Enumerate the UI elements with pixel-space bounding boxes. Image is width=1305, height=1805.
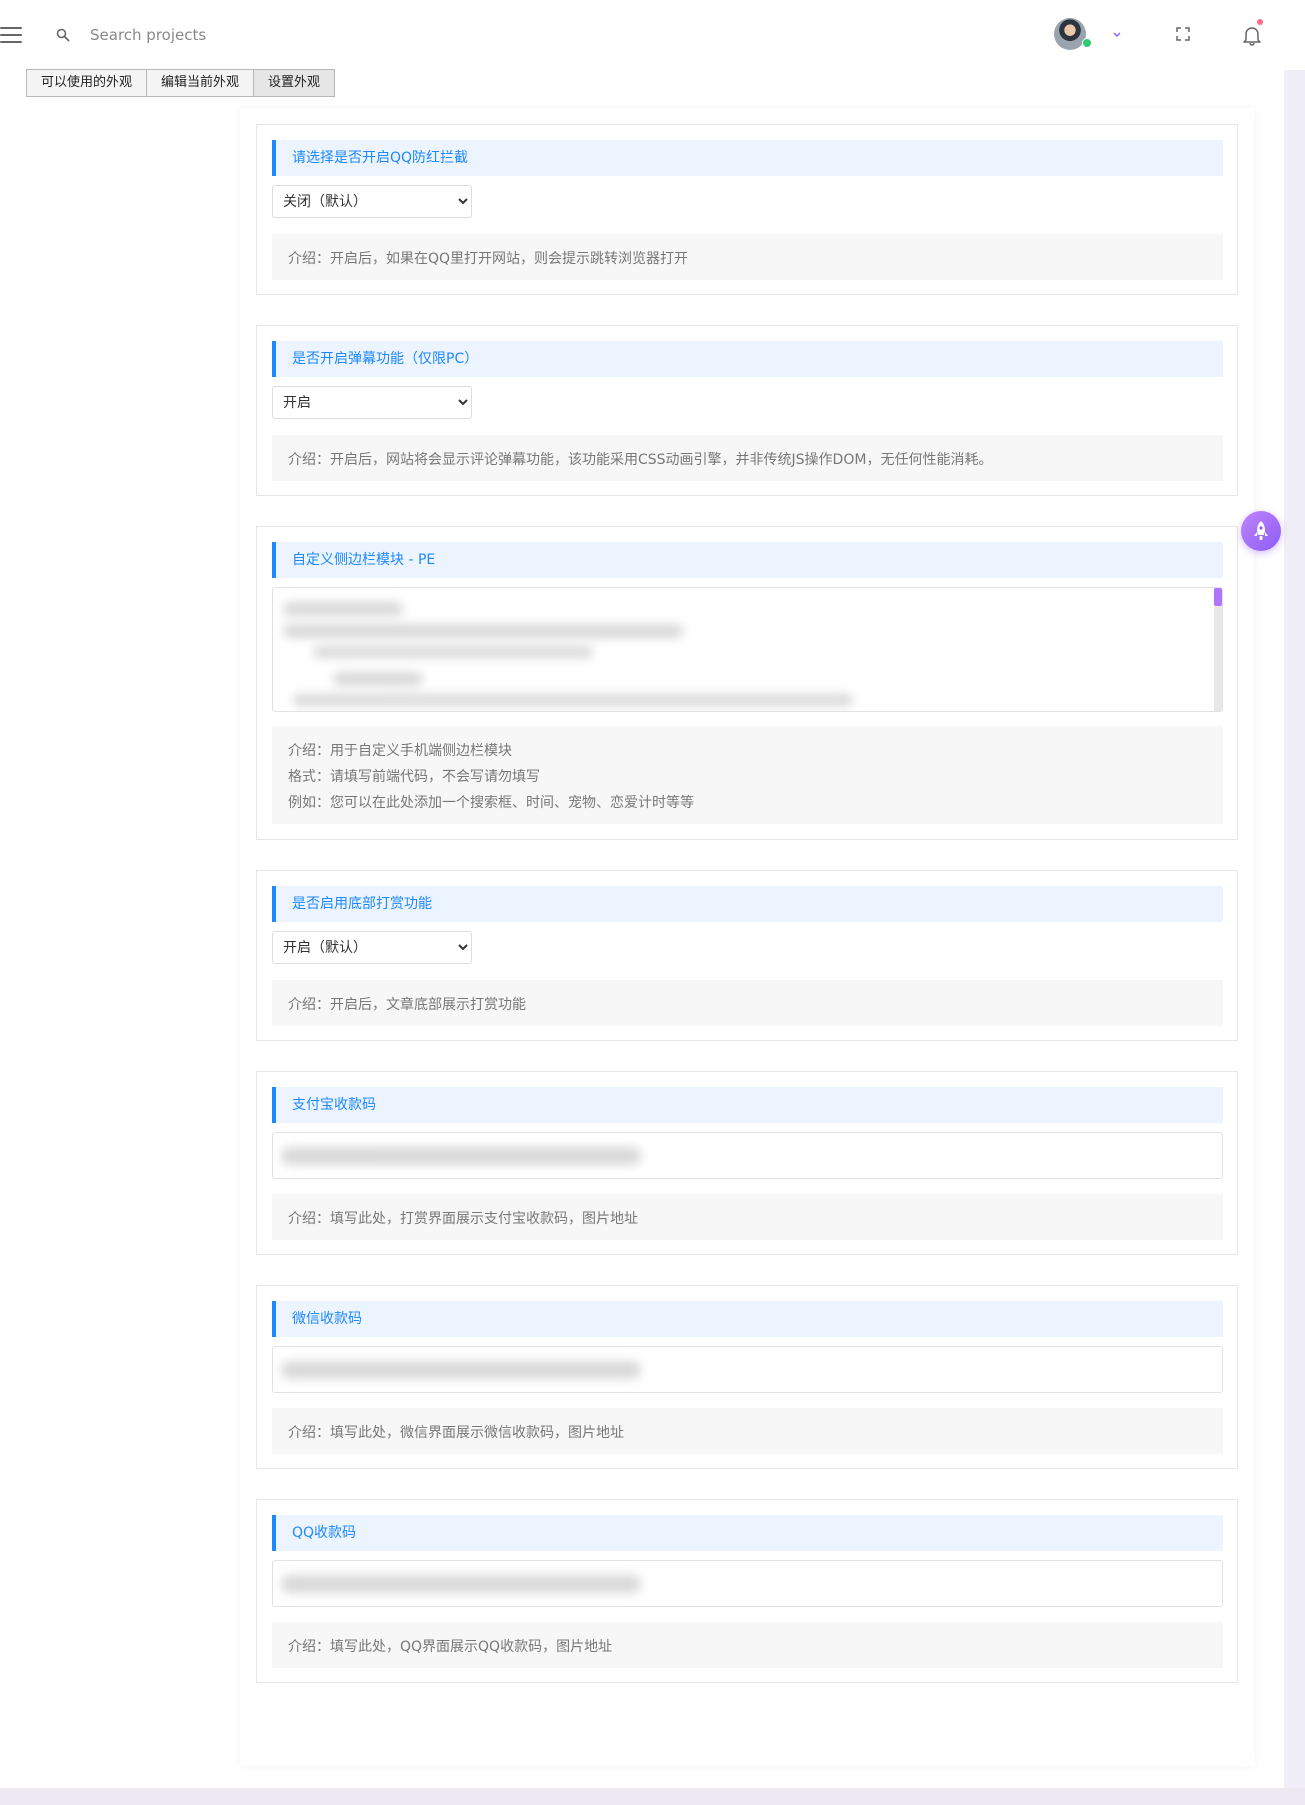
page-scrollbar[interactable] <box>1284 70 1305 1788</box>
setting-description: 介绍：开启后，文章底部展示打赏功能 <box>272 980 1223 1026</box>
setting-title: 是否启用底部打赏功能 <box>272 886 1223 922</box>
back-to-top-button[interactable] <box>1241 511 1281 551</box>
setting-title: 请选择是否开启QQ防红拦截 <box>272 140 1223 176</box>
setting-title: 微信收款码 <box>272 1301 1223 1337</box>
setting-card-wechat-qr: 微信收款码 介绍：填写此处，微信界面展示微信收款码，图片地址 <box>256 1285 1238 1469</box>
alipay-qr-input[interactable] <box>272 1132 1223 1179</box>
tab-edit-current-theme[interactable]: 编辑当前外观 <box>146 69 255 97</box>
tab-available-themes[interactable]: 可以使用的外观 <box>26 69 148 97</box>
search-icon <box>56 28 70 42</box>
setting-description: 介绍：用于自定义手机端侧边栏模块 格式：请填写前端代码，不会写请勿填写 例如：您… <box>272 726 1223 824</box>
setting-card-custom-sidebar: 自定义侧边栏模块 - PE 介绍：用于自定义手机端侧边栏模块 格式：请填写前端代… <box>256 526 1238 840</box>
rocket-icon <box>1254 521 1268 540</box>
qq-anti-block-select[interactable]: 关闭（默认） <box>272 185 472 218</box>
search-input[interactable] <box>90 20 490 50</box>
setting-description: 介绍：开启后，网站将会显示评论弹幕功能，该功能采用CSS动画引擎，并非传统JS操… <box>272 435 1223 481</box>
footer-strip <box>0 1788 1305 1805</box>
setting-description: 介绍：填写此处，QQ界面展示QQ收款码，图片地址 <box>272 1622 1223 1668</box>
setting-card-danmaku: 是否开启弹幕功能（仅限PC） 开启 介绍：开启后，网站将会显示评论弹幕功能，该功… <box>256 325 1238 496</box>
setting-description: 介绍：填写此处，微信界面展示微信收款码，图片地址 <box>272 1408 1223 1454</box>
setting-title: 自定义侧边栏模块 - PE <box>272 542 1223 578</box>
chevron-down-icon[interactable] <box>1110 27 1124 41</box>
reward-select[interactable]: 开启（默认） <box>272 931 472 964</box>
description-line: 介绍：用于自定义手机端侧边栏模块 <box>288 743 512 759</box>
danmaku-select[interactable]: 开启 <box>272 386 472 419</box>
notification-badge <box>1257 19 1263 25</box>
setting-card-qq-qr: QQ收款码 介绍：填写此处，QQ界面展示QQ收款码，图片地址 <box>256 1499 1238 1683</box>
menu-icon[interactable] <box>0 27 22 43</box>
setting-card-reward: 是否启用底部打赏功能 开启（默认） 介绍：开启后，文章底部展示打赏功能 <box>256 870 1238 1041</box>
top-header <box>0 0 1305 70</box>
setting-card-qq-anti-block: 请选择是否开启QQ防红拦截 关闭（默认） 介绍：开启后，如果在QQ里打开网站，则… <box>256 124 1238 295</box>
textarea-scrollbar[interactable] <box>1214 588 1222 711</box>
wechat-qr-input[interactable] <box>272 1346 1223 1393</box>
qq-qr-input[interactable] <box>272 1560 1223 1607</box>
online-status-dot <box>1082 38 1092 48</box>
setting-title: 支付宝收款码 <box>272 1087 1223 1123</box>
setting-description: 介绍：开启后，如果在QQ里打开网站，则会提示跳转浏览器打开 <box>272 234 1223 280</box>
setting-card-alipay-qr: 支付宝收款码 介绍：填写此处，打赏界面展示支付宝收款码，图片地址 <box>256 1071 1238 1255</box>
custom-sidebar-textarea[interactable] <box>272 587 1223 712</box>
setting-description: 介绍：填写此处，打赏界面展示支付宝收款码，图片地址 <box>272 1194 1223 1240</box>
avatar[interactable] <box>1054 18 1086 50</box>
textarea-scroll-thumb[interactable] <box>1214 588 1222 606</box>
description-line: 例如：您可以在此处添加一个搜索框、时间、宠物、恋爱计时等等 <box>288 795 694 811</box>
fullscreen-icon[interactable] <box>1175 26 1191 42</box>
description-line: 格式：请填写前端代码，不会写请勿填写 <box>288 769 540 785</box>
setting-title: 是否开启弹幕功能（仅限PC） <box>272 341 1223 377</box>
bell-icon[interactable] <box>1242 24 1262 46</box>
tab-theme-settings[interactable]: 设置外观 <box>253 69 336 97</box>
theme-tabs: 可以使用的外观 编辑当前外观 设置外观 <box>26 69 336 97</box>
setting-title: QQ收款码 <box>272 1515 1223 1551</box>
settings-panel: 请选择是否开启QQ防红拦截 关闭（默认） 介绍：开启后，如果在QQ里打开网站，则… <box>240 108 1254 1766</box>
